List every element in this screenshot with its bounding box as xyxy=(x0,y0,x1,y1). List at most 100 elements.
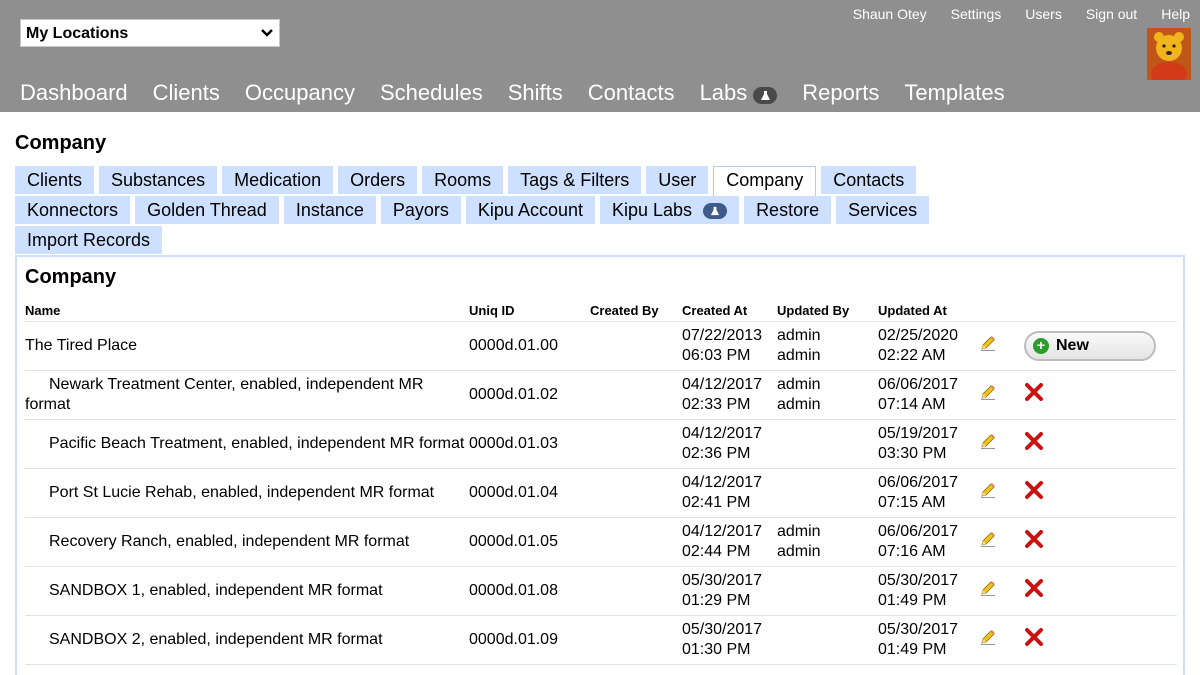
location-select[interactable]: My Locations xyxy=(20,19,280,47)
sign-out-link[interactable]: Sign out xyxy=(1086,6,1137,22)
nav-clients-label: Clients xyxy=(152,80,220,105)
cell-updated-by xyxy=(777,468,878,518)
cell-created-by xyxy=(590,370,682,420)
cell-updated-at: 05/19/2017 03:30 PM xyxy=(878,419,979,469)
tab-payors[interactable]: Payors xyxy=(380,196,461,224)
cell-uniq-id: 0000d.01.08 xyxy=(469,566,590,616)
pencil-icon[interactable] xyxy=(979,628,997,646)
updated-time: 03:30 PM xyxy=(878,444,947,462)
tab-clients[interactable]: Clients xyxy=(15,166,95,194)
delete-x-icon[interactable] xyxy=(1024,529,1044,549)
cell-updated-at: 05/30/2017 01:49 PM xyxy=(878,566,979,616)
cell-uniq-id: 0000d.01.03 xyxy=(469,419,590,469)
delete-x-icon[interactable] xyxy=(1024,627,1044,647)
nav-contacts-label: Contacts xyxy=(587,80,675,105)
column-header-updated-by[interactable]: Updated By xyxy=(777,301,878,322)
table-row: Recovery Ranch, enabled, independent MR … xyxy=(25,517,1177,567)
tab-golden-thread[interactable]: Golden Thread xyxy=(135,196,279,224)
settings-tabs: Clients Substances Medication Orders Roo… xyxy=(15,166,934,256)
users-link[interactable]: Users xyxy=(1025,6,1062,22)
delete-x-icon[interactable] xyxy=(1024,480,1044,500)
cell-name-text: SANDBOX 1, enabled, independent MR forma… xyxy=(49,581,383,599)
tab-company[interactable]: Company xyxy=(713,166,817,196)
delete-x-icon[interactable] xyxy=(1024,382,1044,402)
tab-rooms[interactable]: Rooms xyxy=(422,166,504,194)
tab-row: Clients Substances Medication Orders Roo… xyxy=(15,166,934,196)
nav-reports[interactable]: Reports xyxy=(802,80,879,106)
location-select-value: My Locations xyxy=(26,25,129,42)
cell-actions xyxy=(1024,468,1177,518)
tab-instance[interactable]: Instance xyxy=(283,196,376,224)
cell-edit xyxy=(979,321,1024,371)
tab-row: Import Records xyxy=(15,226,934,256)
company-panel: Company Name Uniq ID Created By Created … xyxy=(15,255,1185,675)
created-date: 05/30/2017 xyxy=(682,571,763,589)
delete-x-icon[interactable] xyxy=(1024,578,1044,598)
pencil-icon[interactable] xyxy=(979,530,997,548)
nav-clients[interactable]: Clients xyxy=(153,80,220,106)
nav-labs[interactable]: Labs xyxy=(700,80,778,106)
cell-name: Pacific Beach Treatment, enabled, indepe… xyxy=(25,419,469,469)
cell-created-at: 05/30/2017 01:30 PM xyxy=(682,615,777,665)
pencil-icon[interactable] xyxy=(979,579,997,597)
top-header: My Locations Shaun Otey Settings Users S… xyxy=(0,0,1200,112)
nav-templates[interactable]: Templates xyxy=(904,80,1004,106)
nav-schedules[interactable]: Schedules xyxy=(380,80,483,106)
help-link[interactable]: Help xyxy=(1161,6,1190,22)
pencil-icon[interactable] xyxy=(979,383,997,401)
tab-contacts[interactable]: Contacts xyxy=(821,166,917,194)
tab-user[interactable]: User xyxy=(646,166,709,194)
nav-shifts[interactable]: Shifts xyxy=(508,80,563,106)
tab-kipu-labs[interactable]: Kipu Labs xyxy=(599,196,740,224)
user-name-link[interactable]: Shaun Otey xyxy=(853,6,927,22)
avatar[interactable] xyxy=(1147,28,1191,80)
cell-created-at: 04/12/2017 02:33 PM xyxy=(682,370,777,420)
updated-by-line: admin xyxy=(777,522,821,540)
pencil-icon[interactable] xyxy=(979,432,997,450)
cell-updated-by xyxy=(777,419,878,469)
created-time: 02:44 PM xyxy=(682,542,751,560)
column-header-uniq-id[interactable]: Uniq ID xyxy=(469,301,590,322)
updated-by-line: admin xyxy=(777,346,821,364)
cell-edit xyxy=(979,468,1024,518)
cell-name: Newark Treatment Center, enabled, indepe… xyxy=(25,370,469,420)
nav-contacts[interactable]: Contacts xyxy=(588,80,675,106)
main-nav: Dashboard Clients Occupancy Schedules Sh… xyxy=(20,80,1030,106)
settings-link[interactable]: Settings xyxy=(951,6,1002,22)
pencil-icon[interactable] xyxy=(979,481,997,499)
cell-updated-by xyxy=(777,615,878,665)
updated-by-line: admin xyxy=(777,542,821,560)
column-header-created-by[interactable]: Created By xyxy=(590,301,682,322)
company-table: Name Uniq ID Created By Created At Updat… xyxy=(25,301,1177,665)
tab-konnectors[interactable]: Konnectors xyxy=(15,196,131,224)
cell-name: SANDBOX 2, enabled, independent MR forma… xyxy=(25,615,469,665)
new-button[interactable]: + New xyxy=(1024,330,1156,361)
pencil-icon[interactable] xyxy=(979,334,997,352)
column-header-created-at[interactable]: Created At xyxy=(682,301,777,322)
delete-x-icon[interactable] xyxy=(1024,431,1044,451)
created-time: 01:29 PM xyxy=(682,591,751,609)
tab-kipu-account[interactable]: Kipu Account xyxy=(465,196,595,224)
nav-labs-label: Labs xyxy=(699,80,748,105)
cell-name-text: Newark Treatment Center, enabled, indepe… xyxy=(25,375,424,413)
created-date: 07/22/2013 xyxy=(682,326,763,344)
column-header-updated-at[interactable]: Updated At xyxy=(878,301,979,322)
table-row: SANDBOX 1, enabled, independent MR forma… xyxy=(25,566,1177,616)
cell-name-text: SANDBOX 2, enabled, independent MR forma… xyxy=(49,630,383,648)
user-links: Shaun Otey Settings Users Sign out Help xyxy=(853,6,1190,22)
tab-substances[interactable]: Substances xyxy=(99,166,218,194)
tab-services[interactable]: Services xyxy=(836,196,930,224)
nav-dashboard[interactable]: Dashboard xyxy=(20,80,128,106)
tab-orders[interactable]: Orders xyxy=(338,166,418,194)
tab-medication[interactable]: Medication xyxy=(222,166,334,194)
nav-schedules-label: Schedules xyxy=(379,80,483,105)
created-time: 01:30 PM xyxy=(682,640,751,658)
nav-occupancy[interactable]: Occupancy xyxy=(245,80,355,106)
created-time: 06:03 PM xyxy=(682,346,751,364)
tab-import-records[interactable]: Import Records xyxy=(15,226,163,254)
updated-date: 02/25/2020 xyxy=(878,326,959,344)
created-time: 02:36 PM xyxy=(682,444,751,462)
tab-tags-filters[interactable]: Tags & Filters xyxy=(508,166,642,194)
tab-restore[interactable]: Restore xyxy=(744,196,832,224)
column-header-name[interactable]: Name xyxy=(25,301,469,322)
